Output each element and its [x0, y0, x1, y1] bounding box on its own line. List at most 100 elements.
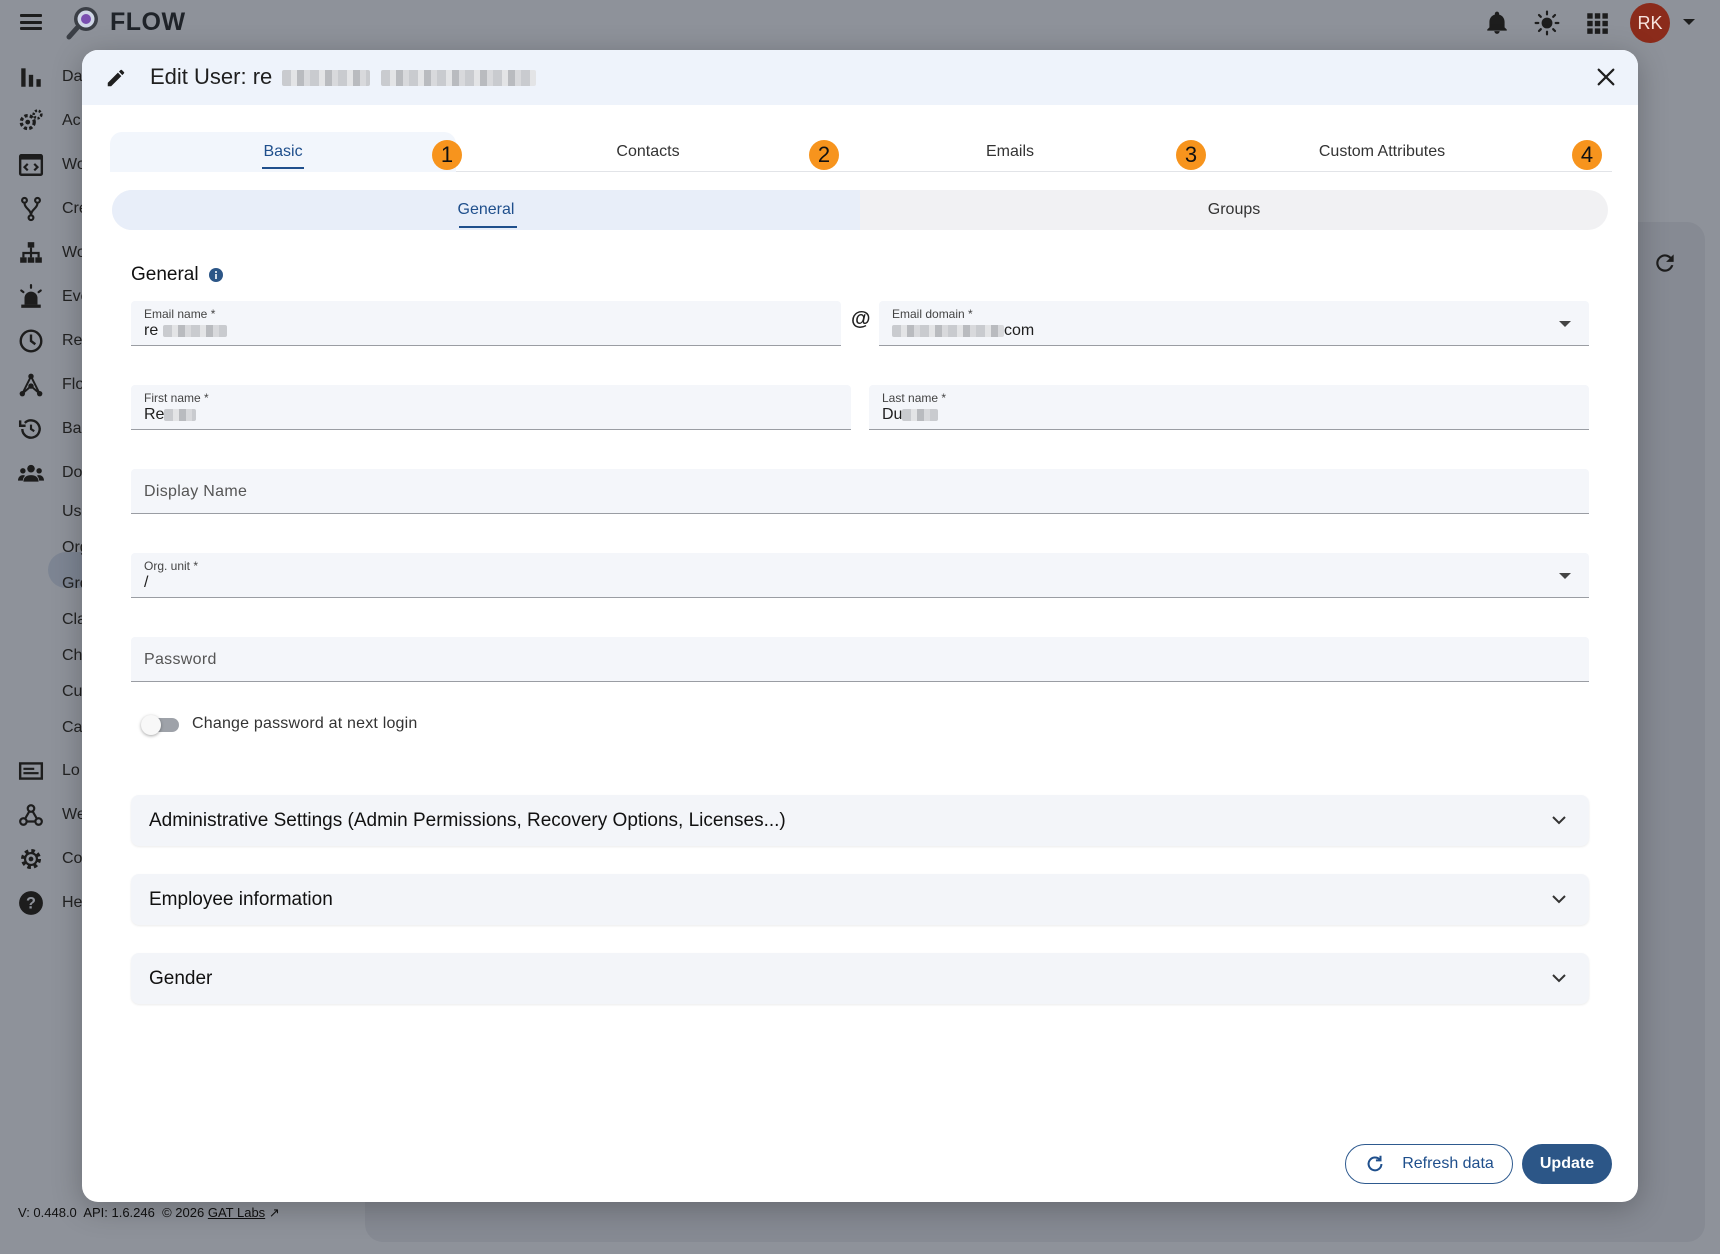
accordion-employee-information[interactable]: Employee information — [131, 874, 1589, 925]
org-chart-icon — [20, 242, 42, 263]
sidebar-item-label: Da — [62, 68, 83, 85]
version-footer: V: 0.448.0 API: 1.6.246 © 2026 GAT Labs … — [18, 1205, 280, 1221]
dropdown-caret-icon[interactable] — [1559, 573, 1571, 579]
field-value: Re — [144, 406, 197, 424]
dropdown-caret-icon[interactable] — [1559, 321, 1571, 327]
refresh-data-button[interactable]: Refresh data — [1345, 1144, 1513, 1184]
section-title-text: General — [131, 264, 199, 285]
sidebar-item-3[interactable]: Cre — [18, 194, 88, 224]
sidebar-item-8[interactable]: Ba — [18, 414, 88, 444]
pencil-icon — [107, 69, 125, 87]
external-link-icon[interactable]: ↗ — [269, 1205, 280, 1220]
email-name-field[interactable]: Email name * re — [131, 301, 841, 346]
tab-basic[interactable]: Basic — [110, 132, 456, 172]
app-version: V: 0.448.0 — [18, 1205, 77, 1220]
last-name-field[interactable]: Last name * Du — [869, 385, 1589, 430]
sidebar-item-label: He — [62, 894, 83, 911]
theme-icon[interactable] — [1534, 10, 1560, 36]
apps-grid-icon[interactable] — [1584, 10, 1610, 36]
field-placeholder: Display Name — [144, 483, 248, 500]
subtab-general[interactable]: General — [112, 190, 860, 230]
accordion-administrative-settings[interactable]: Administrative Settings (Admin Permissio… — [131, 795, 1589, 846]
field-label: Last name * — [882, 391, 947, 405]
accordion-gender[interactable]: Gender — [131, 953, 1589, 1004]
field-label: First name * — [144, 391, 209, 405]
chevron-down-icon — [1552, 974, 1566, 983]
field-value-text: com — [1004, 322, 1035, 339]
sidebar-item-11[interactable]: We — [18, 800, 88, 830]
step-badge: 4 — [1572, 140, 1602, 170]
sidebar-item-10[interactable]: Lo — [18, 756, 88, 786]
step-badge: 1 — [432, 140, 462, 170]
sidebar-item-9[interactable]: Do — [18, 458, 88, 488]
sidebar-item-13[interactable]: ? He — [18, 888, 88, 918]
first-name-field[interactable]: First name * Re — [131, 385, 851, 430]
close-icon[interactable] — [1595, 66, 1617, 88]
browser-window-icon — [18, 154, 44, 176]
subtab-label: General — [457, 201, 515, 218]
sidebar-subitem-users[interactable]: Us — [62, 503, 82, 521]
bell-icon[interactable] — [1484, 10, 1510, 36]
subtab-label: Groups — [1207, 201, 1261, 218]
gears-icon — [19, 109, 43, 131]
account-menu-caret-icon[interactable] — [1683, 19, 1695, 25]
sub-tabs: General Groups — [112, 190, 1608, 230]
sidebar-item-4[interactable]: Wo — [18, 238, 88, 268]
redacted-value — [162, 324, 227, 337]
display-name-field[interactable]: Display Name — [131, 469, 1589, 514]
toggle-knob — [141, 715, 161, 735]
update-button[interactable]: Update — [1522, 1144, 1612, 1184]
info-icon[interactable] — [208, 268, 223, 282]
sidebar-item-label: Do — [62, 464, 83, 481]
field-label: Org. unit * — [144, 559, 199, 573]
toggle-label: Change password at next login — [192, 715, 418, 732]
sidebar-item-6[interactable]: Re — [18, 326, 88, 356]
sidebar-subitem-cu[interactable]: Cu — [62, 683, 82, 701]
sidebar-subitem-ch[interactable]: Ch — [62, 647, 82, 665]
sidebar-item-7[interactable]: Flo — [18, 370, 88, 400]
user-avatar[interactable]: RK — [1630, 3, 1670, 43]
subtab-groups[interactable]: Groups — [860, 190, 1608, 230]
sidebar-subitem-ca[interactable]: Ca — [62, 719, 82, 737]
refresh-icon — [1367, 1155, 1383, 1172]
password-field[interactable]: Password — [131, 637, 1589, 682]
field-value: Du — [882, 406, 939, 424]
sidebar-item-12[interactable]: Co — [18, 844, 88, 874]
svg-text:?: ? — [26, 894, 36, 912]
network-icon — [19, 373, 43, 397]
chevron-down-icon — [1552, 816, 1566, 825]
tab-emails[interactable]: Emails — [830, 132, 1190, 172]
sidebar-item-2[interactable]: Wo — [18, 150, 88, 180]
chevron-down-icon — [1552, 895, 1566, 904]
email-domain-select[interactable]: Email domain * com — [879, 301, 1589, 346]
settings-icon — [20, 848, 42, 870]
siren-icon — [20, 284, 42, 308]
log-icon — [18, 762, 44, 780]
tab-label: Basic — [263, 143, 303, 160]
redacted-value — [902, 408, 939, 421]
field-value-text: Du — [882, 406, 903, 423]
api-version: API: 1.6.246 — [83, 1205, 155, 1220]
tab-contacts[interactable]: Contacts — [468, 132, 828, 172]
company-link[interactable]: GAT Labs — [208, 1205, 265, 1220]
field-value-text: Re — [144, 406, 165, 423]
app-logo[interactable]: FLOW — [66, 4, 186, 40]
sidebar-item-5[interactable]: Eve — [18, 282, 90, 312]
org-unit-select[interactable]: Org. unit * / — [131, 553, 1589, 598]
fork-icon — [21, 196, 41, 222]
subtab-active-indicator — [459, 226, 517, 228]
accordion-label: Administrative Settings (Admin Permissio… — [149, 810, 786, 831]
redacted-value — [164, 408, 197, 421]
tab-active-indicator — [262, 167, 304, 169]
sidebar-item-0[interactable]: Da — [18, 62, 88, 92]
field-value: re — [144, 322, 227, 340]
tab-custom-attributes[interactable]: Custom Attributes — [1190, 132, 1574, 172]
sidebar-item-1[interactable]: Ac — [18, 106, 88, 136]
background-refresh-icon[interactable] — [1652, 250, 1678, 276]
sidebar-item-label: Re — [62, 332, 83, 349]
sidebar-item-label: Ac — [62, 112, 81, 129]
menu-icon[interactable] — [18, 11, 44, 33]
change-password-toggle[interactable] — [141, 713, 181, 737]
app-name: FLOW — [110, 7, 186, 36]
field-label: Email name * — [144, 307, 216, 321]
